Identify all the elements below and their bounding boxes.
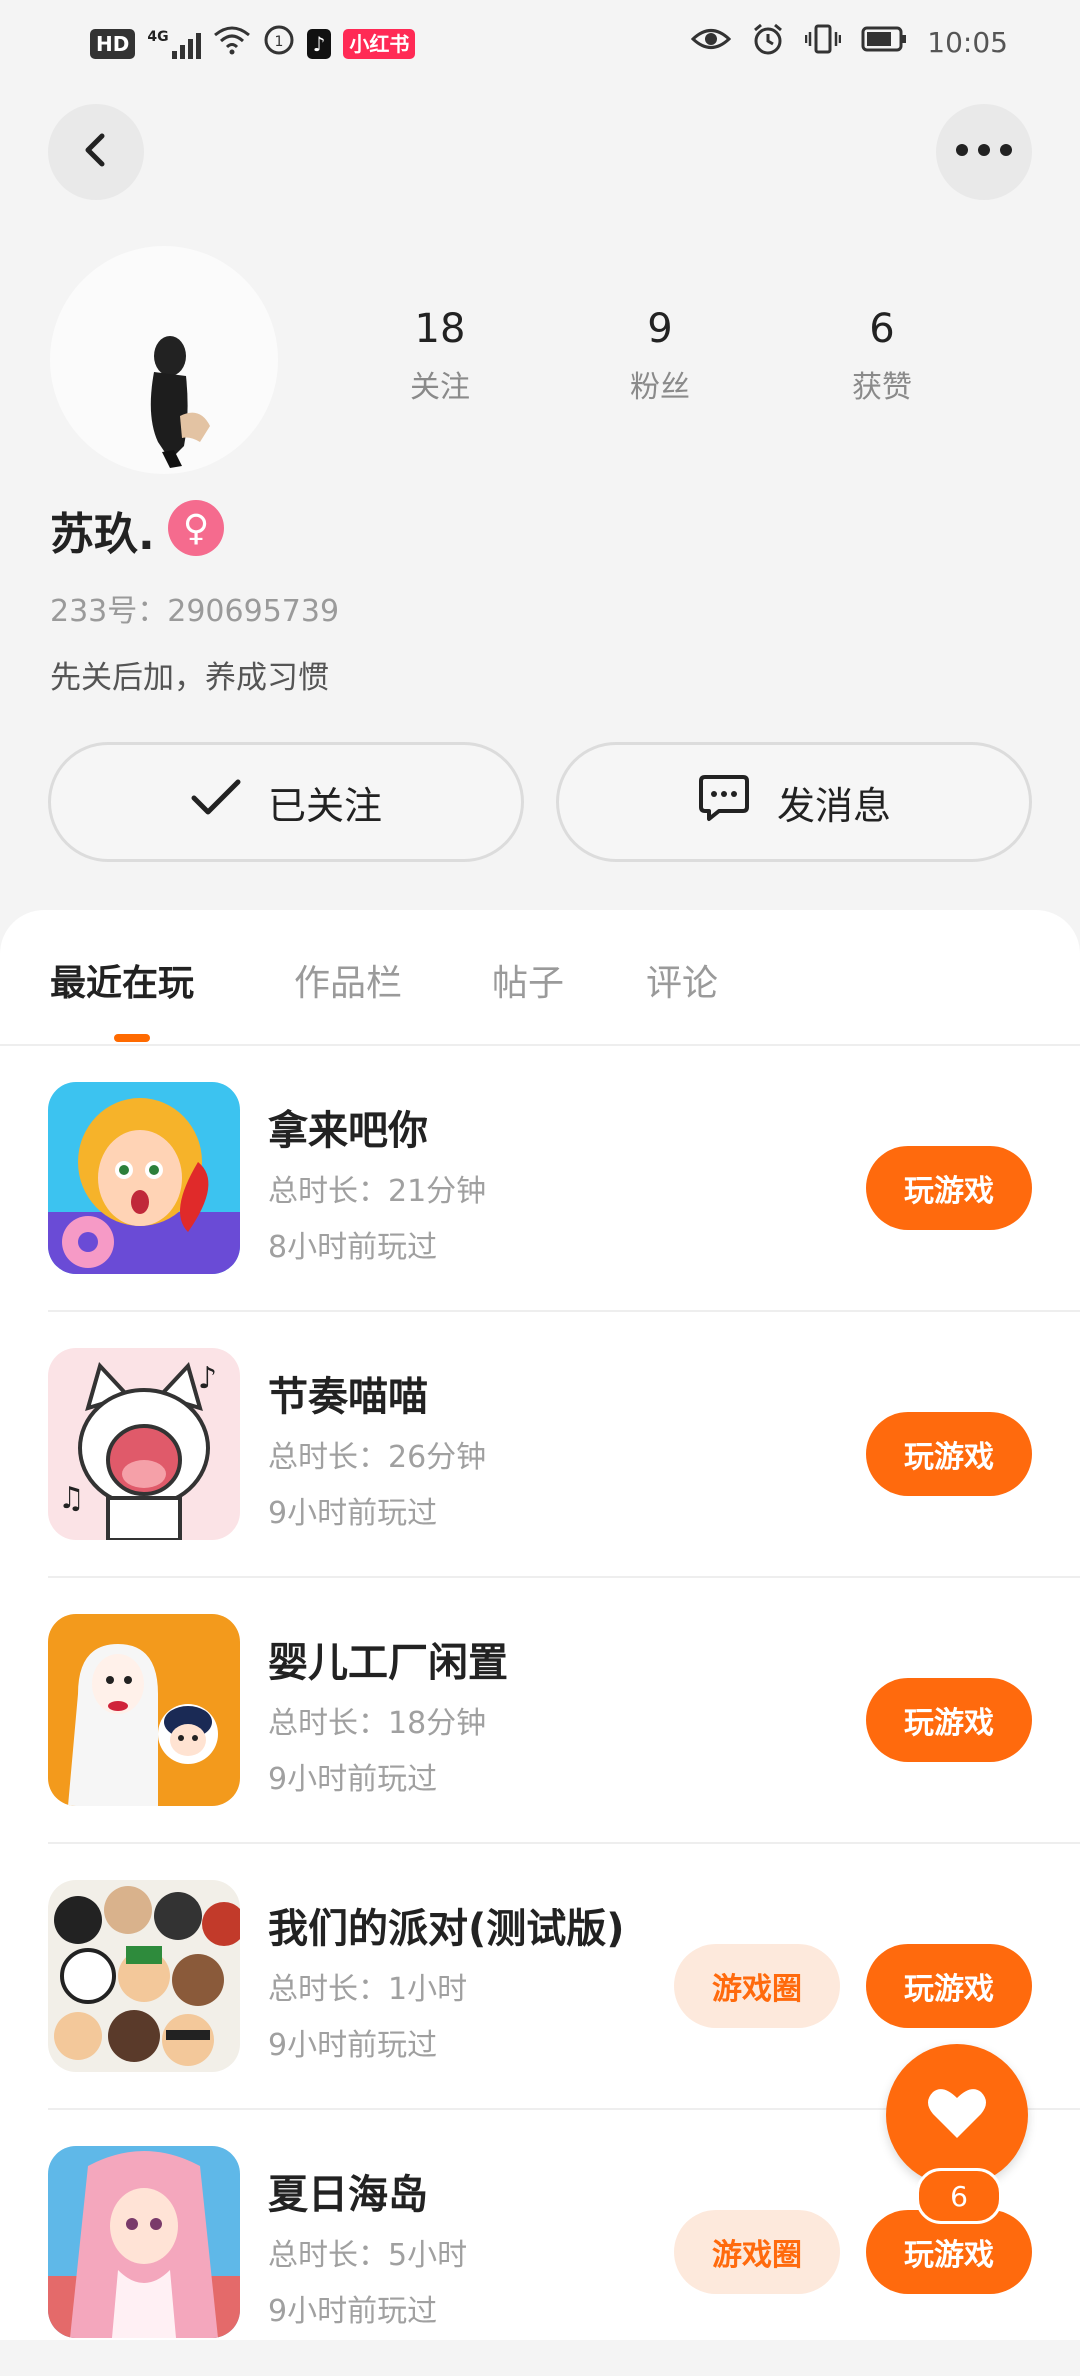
active-tab-indicator [114, 1034, 150, 1042]
followers-label: 粉丝 [630, 370, 690, 405]
clock-time: 10:05 [927, 26, 1008, 59]
svg-text:♫: ♫ [58, 1481, 85, 1516]
following-label: 关注 [410, 370, 470, 405]
avatar[interactable] [50, 246, 278, 474]
game-last-played: 9小时前玩过 [268, 2028, 438, 2063]
profile-name: 苏玖. [50, 509, 155, 560]
avatar-figure-icon [150, 336, 210, 468]
game-icon-jiezou-miaomiao: ♪ ♫ [48, 1348, 240, 1540]
wifi-icon [213, 25, 251, 62]
game-duration: 总时长：26分钟 [268, 1440, 487, 1475]
followed-label: 已关注 [267, 783, 382, 828]
game-circle-button[interactable]: 游戏圈 [674, 2210, 840, 2294]
game-last-played: 8小时前玩过 [268, 1230, 438, 1265]
data-saver-icon: 1 [263, 24, 295, 63]
back-button[interactable] [48, 104, 144, 200]
more-button[interactable] [936, 104, 1032, 200]
like-fab-button[interactable] [886, 2044, 1028, 2186]
game-title: 我们的派对(测试版) [268, 1906, 625, 1952]
battery-icon [861, 25, 907, 60]
tab-bar: 最近在玩 作品栏 帖子 评论 [0, 910, 1080, 1046]
more-horizontal-icon [954, 142, 1014, 162]
game-duration: 总时长：21分钟 [268, 1174, 487, 1209]
tab-works[interactable]: 作品栏 [294, 954, 402, 1006]
game-icon-baby-factory [48, 1614, 240, 1806]
send-message-label: 发消息 [776, 783, 891, 828]
game-last-played: 9小时前玩过 [268, 1762, 438, 1797]
game-circle-button[interactable]: 游戏圈 [674, 1944, 840, 2028]
status-right: 10:05 [691, 22, 1008, 63]
game-icon-summer-island [48, 2146, 240, 2338]
heart-icon [927, 2086, 987, 2144]
game-duration: 总时长：5小时 [268, 2238, 468, 2273]
following-count: 18 [414, 306, 466, 352]
send-message-button[interactable]: 发消息 [556, 742, 1032, 862]
eye-icon [691, 24, 732, 61]
svg-text:♪: ♪ [198, 1361, 217, 1396]
game-title: 拿来吧你 [268, 1108, 428, 1154]
user-id: 233号：290695739 [50, 594, 340, 629]
game-icon-party [48, 1880, 240, 2072]
game-duration: 总时长：18分钟 [268, 1706, 487, 1741]
likes-label: 获赞 [852, 370, 912, 405]
game-row[interactable]: ♪ ♫ 节奏喵喵 总时长：26分钟 9小时前玩过 玩游戏 [0, 1312, 1080, 1578]
play-game-button[interactable]: 玩游戏 [866, 1944, 1032, 2028]
like-count-badge: 6 [916, 2168, 1002, 2224]
xiaohongshu-icon: 小红书 [343, 28, 416, 59]
status-left: HD 4G 1 ♪ 小红书 [90, 24, 416, 63]
tab-posts[interactable]: 帖子 [492, 954, 564, 1006]
profile-bio: 先关后加，养成习惯 [50, 660, 329, 696]
followed-button[interactable]: 已关注 [48, 742, 524, 862]
game-title: 节奏喵喵 [268, 1374, 428, 1420]
game-duration: 总时长：1小时 [268, 1972, 468, 2007]
vibrate-icon [805, 23, 842, 62]
tiktok-icon: ♪ [306, 28, 332, 59]
game-last-played: 9小时前玩过 [268, 1496, 438, 1531]
tab-comments[interactable]: 评论 [646, 954, 718, 1006]
tab-recently-played[interactable]: 最近在玩 [50, 954, 194, 1006]
stat-followers[interactable]: 9 粉丝 [580, 306, 740, 406]
stat-following[interactable]: 18 关注 [360, 306, 520, 406]
play-game-button[interactable]: 玩游戏 [866, 1678, 1032, 1762]
likes-count: 6 [869, 306, 895, 352]
game-title: 夏日海岛 [268, 2172, 428, 2218]
game-row[interactable]: 拿来吧你 总时长：21分钟 8小时前玩过 玩游戏 [0, 1046, 1080, 1312]
hd-badge: HD [90, 28, 136, 59]
network-label: 4G [147, 28, 169, 45]
chat-bubble-icon [697, 773, 751, 832]
game-icon-nalai [48, 1082, 240, 1274]
game-row[interactable]: 婴儿工厂闲置 总时长：18分钟 9小时前玩过 玩游戏 [0, 1578, 1080, 1844]
play-game-button[interactable]: 玩游戏 [866, 1146, 1032, 1230]
game-title: 婴儿工厂闲置 [268, 1640, 508, 1686]
alarm-icon [751, 22, 785, 63]
stat-likes[interactable]: 6 获赞 [802, 306, 962, 406]
female-gender-icon: ♀ [168, 500, 224, 556]
followers-count: 9 [647, 306, 673, 352]
chevron-left-icon [76, 130, 116, 174]
svg-text:1: 1 [274, 34, 283, 50]
signal-icon: 4G [147, 28, 201, 59]
play-game-button[interactable]: 玩游戏 [866, 1412, 1032, 1496]
status-bar: HD 4G 1 ♪ 小红书 10:05 [0, 0, 1080, 90]
check-icon [190, 778, 242, 827]
game-last-played: 9小时前玩过 [268, 2294, 438, 2329]
